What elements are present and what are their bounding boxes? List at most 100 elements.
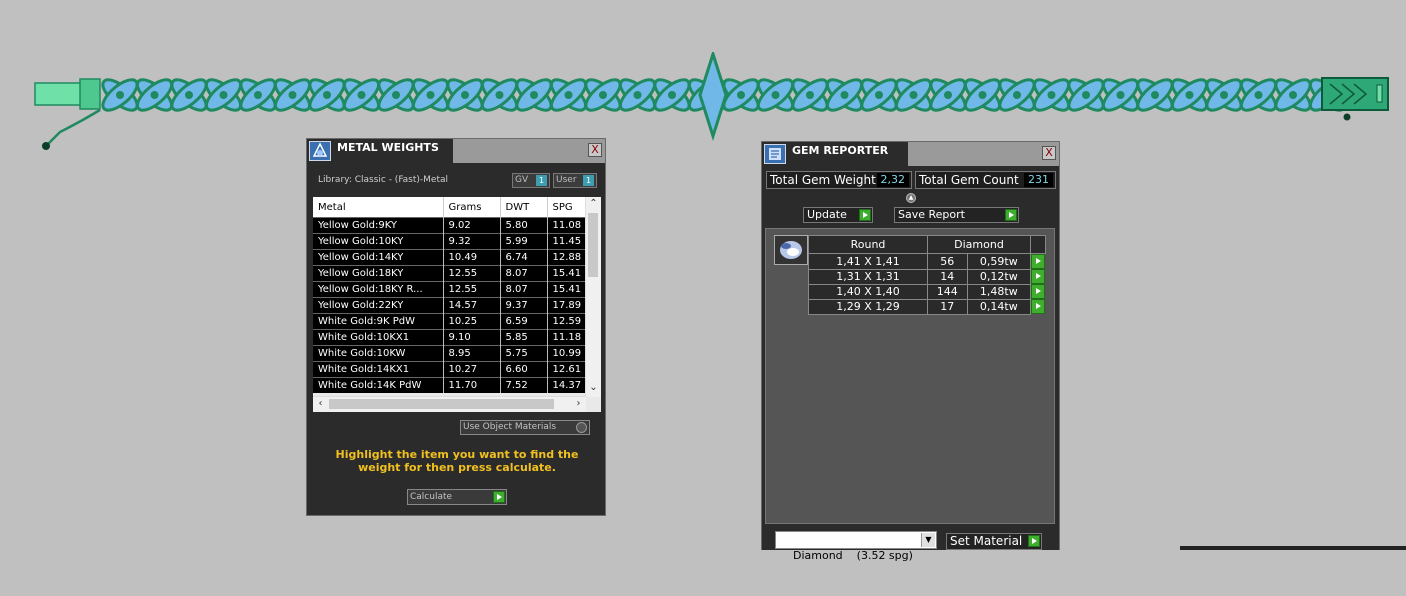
gv-toggle[interactable]: GV 1 (512, 173, 550, 188)
link-center (357, 91, 366, 99)
round-diamond-icon[interactable] (774, 235, 808, 265)
material-select[interactable]: Diamond (3.52 spg) ▼ (775, 531, 937, 562)
table-row[interactable]: Yellow Gold:10KY 9.32 5.99 11.45 (313, 233, 587, 250)
table-cell: 6.74 (500, 249, 548, 266)
table-cell: 9.02 (443, 217, 501, 234)
save-report-label: Save Report (898, 208, 965, 221)
shape-header: Round (808, 235, 928, 254)
link-center (254, 91, 262, 99)
table-cell: White Gold:10KW (313, 345, 444, 362)
use-object-materials-toggle[interactable]: Use Object Materials (460, 420, 590, 435)
update-button[interactable]: Update (803, 207, 873, 223)
table-row[interactable]: Yellow Gold:22KY 14.57 9.37 17.89 (313, 297, 587, 314)
table-row[interactable]: White Gold:9K PdW 10.25 6.59 12.59 (313, 313, 587, 330)
gem-row[interactable]: 1,29 X 1,29 17 0,14tw (808, 298, 1045, 315)
select-row-button[interactable] (1031, 254, 1045, 269)
link-center (840, 91, 849, 99)
table-row[interactable]: White Gold:14K PdW 11.70 7.52 14.37 (313, 377, 587, 393)
table-cell: 17.89 (547, 297, 587, 314)
link-center (426, 91, 435, 99)
title-tab: GEM REPORTER (762, 142, 908, 166)
table-row[interactable]: White Gold:10KX1 9.10 5.85 11.18 (313, 329, 587, 346)
gem-row[interactable]: 1,40 X 1,40 144 1,48tw (808, 283, 1045, 300)
link-center (530, 91, 538, 99)
table-cell: 12.88 (547, 249, 587, 266)
link-center (1254, 91, 1263, 99)
user-toggle[interactable]: User 1 (553, 173, 597, 188)
table-row[interactable]: Yellow Gold:18KY 12.55 8.07 15.41 (313, 265, 587, 282)
table-cell: 7.52 (500, 377, 548, 393)
scroll-thumb[interactable] (588, 213, 598, 277)
scroll-up-icon[interactable]: ⌃ (586, 197, 601, 211)
column-header[interactable]: Metal (313, 197, 444, 218)
scroll-thumb[interactable] (329, 399, 554, 409)
table-cell: 8.07 (500, 265, 548, 282)
table-cell: 8.95 (443, 345, 501, 362)
table-cell: 12.61 (547, 361, 587, 378)
calculate-button[interactable]: Calculate (407, 489, 507, 505)
select-row-button[interactable] (1031, 284, 1045, 299)
column-header[interactable]: Grams (443, 197, 501, 218)
scroll-right-icon[interactable]: › (571, 397, 586, 411)
table-cell: White Gold:14K PdW (313, 377, 444, 393)
chevron-down-icon[interactable]: ▼ (921, 533, 935, 547)
clasp-pin (1343, 113, 1351, 121)
scroll-left-icon[interactable]: ‹ (313, 397, 328, 411)
scroll-down-icon[interactable]: ⌄ (586, 381, 601, 395)
gem-size-cell: 1,29 X 1,29 (808, 298, 928, 315)
title-bar[interactable]: METAL WEIGHTS X (307, 139, 605, 163)
link-center (564, 91, 573, 99)
metal-table-container: Metal Grams DWT SPG Yellow Gold:9KY 9.02 5… (313, 197, 601, 412)
gem-row[interactable]: 1,31 X 1,31 14 0,12tw (808, 268, 1045, 285)
clasp-left (34, 82, 86, 106)
table-row[interactable]: White Gold:10KW 8.95 5.75 10.99 (313, 345, 587, 362)
play-icon (1005, 209, 1017, 221)
gem-table-header: Round Diamond (808, 235, 1046, 254)
table-row[interactable]: Yellow Gold:14KY 10.49 6.74 12.88 (313, 249, 587, 266)
select-row-button[interactable] (1031, 299, 1045, 314)
close-button[interactable]: X (1042, 146, 1056, 160)
close-button[interactable]: X (588, 143, 602, 157)
bracelet-model[interactable] (30, 52, 1395, 152)
horizontal-scrollbar[interactable]: ‹ › (313, 396, 586, 412)
table-cell: 14.57 (443, 297, 501, 314)
table-row[interactable]: Yellow Gold:18KY R... 12.55 8.07 15.41 (313, 281, 587, 298)
material-select-value: Diamond (3.52 spg) (793, 549, 913, 562)
table-row[interactable]: White Gold:14KX1 10.27 6.60 12.61 (313, 361, 587, 378)
total-gem-count-label: Total Gem Count (919, 173, 1019, 187)
total-gem-count-value: 231 (1024, 173, 1053, 187)
table-cell: 6.59 (500, 313, 548, 330)
instruction-text: Highlight the item you want to find the … (335, 448, 579, 474)
collapse-icon[interactable]: ▲ (906, 193, 916, 203)
table-cell: 5.80 (500, 217, 548, 234)
save-report-button[interactable]: Save Report (894, 207, 1019, 223)
title-bar[interactable]: GEM REPORTER X (762, 142, 1059, 166)
3d-viewport[interactable] (0, 0, 1406, 550)
vertical-scrollbar[interactable]: ⌃ ⌄ (585, 197, 601, 397)
link-center (806, 91, 814, 99)
column-header[interactable]: SPG (547, 197, 587, 218)
table-cell: 11.45 (547, 233, 587, 250)
set-material-button[interactable]: Set Material (946, 533, 1042, 550)
clasp-tab (1376, 84, 1383, 103)
panel-title: GEM REPORTER (792, 144, 889, 157)
gem-table: Round Diamond 1,41 X 1,41 56 0,59tw 1,31 X … (808, 235, 1046, 315)
table-row[interactable]: Yellow Gold:9KY 9.02 5.80 11.08 (313, 217, 587, 234)
table-cell: 12.55 (443, 265, 501, 282)
table-cell: 15.41 (547, 265, 587, 282)
table-cell: Yellow Gold:22KY (313, 297, 444, 314)
table-cell: 5.99 (500, 233, 548, 250)
link-center (1116, 91, 1125, 99)
table-cell: White Gold:9K PdW (313, 313, 444, 330)
table-cell: 14.37 (547, 377, 587, 393)
gem-row[interactable]: 1,41 X 1,41 56 0,59tw (808, 253, 1045, 270)
select-row-button[interactable] (1031, 269, 1045, 284)
gem-list-area: Round Diamond 1,41 X 1,41 56 0,59tw 1,31 X … (765, 228, 1055, 524)
gem-count-cell: 17 (927, 298, 968, 315)
table-cell: 10.25 (443, 313, 501, 330)
material-header: Diamond (927, 235, 1031, 254)
link-center (1151, 91, 1159, 99)
bottom-edge-strip (1180, 546, 1406, 550)
column-header[interactable]: DWT (500, 197, 548, 218)
link-center (1082, 91, 1090, 99)
